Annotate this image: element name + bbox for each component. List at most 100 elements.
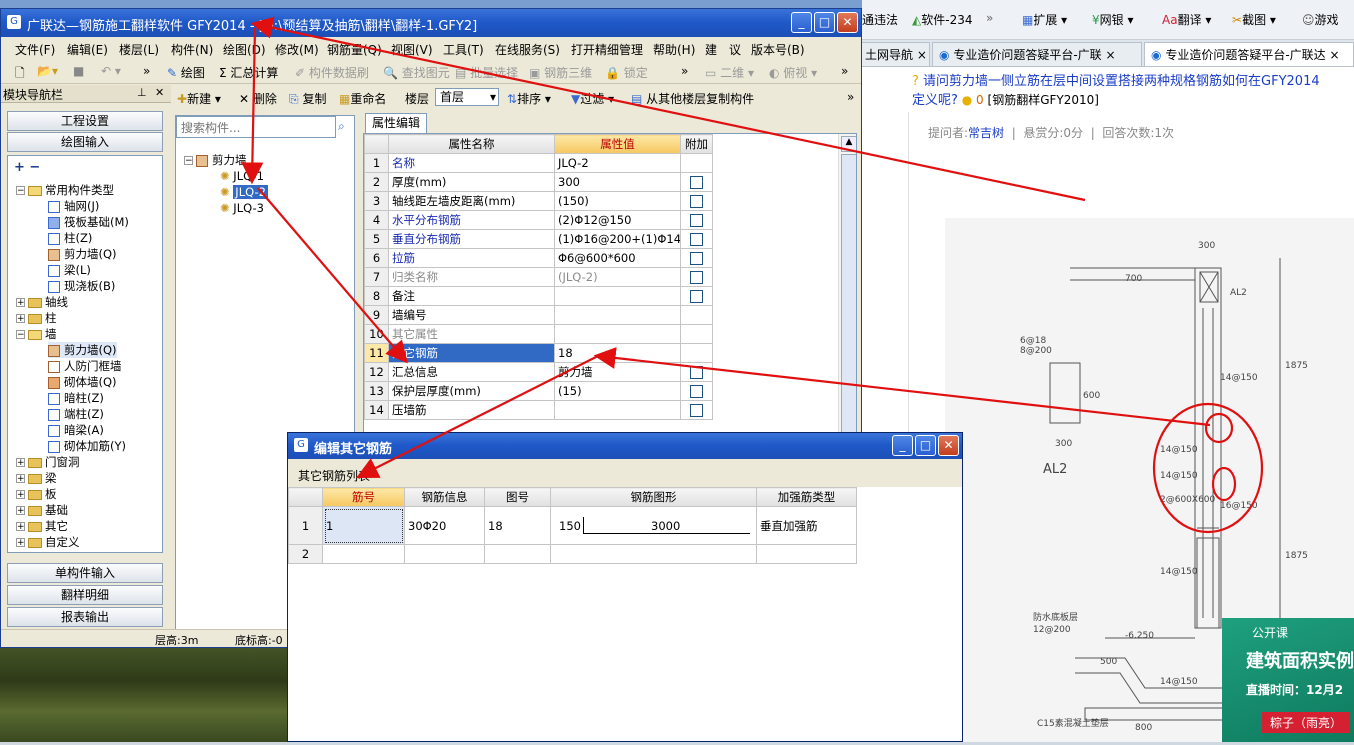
- new-button[interactable]: ✚新建 ▾: [177, 90, 221, 107]
- prop-row[interactable]: 12 汇总信息 剪力墙: [364, 362, 713, 382]
- prop-extra[interactable]: [680, 324, 713, 344]
- tree-shear-wall-selected[interactable]: 剪力墙(Q): [48, 342, 117, 358]
- prop-row[interactable]: 5 垂直分布钢筋 (1)Φ16@200+(1)Φ14: [364, 229, 713, 249]
- prop-row[interactable]: 11 其它钢筋 18: [364, 343, 713, 363]
- view-angle-select[interactable]: ◐ 俯视 ▾: [769, 64, 817, 81]
- prop-value[interactable]: Φ6@600*600: [554, 248, 681, 268]
- close-button[interactable]: ✕: [837, 12, 858, 33]
- menu-file[interactable]: 文件(F): [15, 41, 55, 58]
- menu-edit[interactable]: 编辑(E): [67, 41, 108, 58]
- menu-fine-manage[interactable]: 打开精细管理: [571, 41, 643, 58]
- prop-value[interactable]: (JLQ-2): [554, 267, 681, 287]
- menu-component[interactable]: 构件(N): [171, 41, 213, 58]
- pin-icon[interactable]: ⊥: [137, 86, 147, 99]
- delete-button[interactable]: ✕ 删除: [239, 90, 277, 107]
- search-input[interactable]: [179, 118, 333, 138]
- lock-button[interactable]: 🔒 锁定: [605, 64, 648, 81]
- floor-select[interactable]: 首层 ▾: [435, 88, 499, 106]
- toolbar-extend[interactable]: ▦扩展 ▾: [1022, 11, 1067, 28]
- prop-value[interactable]: (15): [554, 381, 681, 401]
- tree-beam[interactable]: + 梁: [16, 470, 57, 486]
- tree-masonry-wall[interactable]: 砌体墙(Q): [48, 374, 117, 390]
- prop-value[interactable]: (1)Φ16@200+(1)Φ14: [554, 229, 681, 249]
- menu-online[interactable]: 在线服务(S): [495, 41, 560, 58]
- prop-extra[interactable]: [680, 343, 713, 363]
- scroll-thumb[interactable]: [841, 154, 856, 432]
- toolbar-link-2[interactable]: ◭软件-234: [912, 11, 972, 28]
- menu-jian[interactable]: 建: [705, 41, 717, 58]
- tree-column-1[interactable]: 柱(Z): [48, 230, 92, 246]
- extra-checkbox[interactable]: [690, 233, 703, 246]
- toolbar-translate[interactable]: Aa翻译 ▾: [1162, 11, 1211, 28]
- rebar-shape-cell[interactable]: [550, 544, 757, 564]
- toolbar-bank[interactable]: ¥网银 ▾: [1092, 11, 1134, 28]
- search-box[interactable]: [176, 116, 336, 138]
- prop-row[interactable]: 1 名称 JLQ-2: [364, 153, 713, 173]
- toolbar-more-3[interactable]: »: [841, 64, 848, 78]
- main-titlebar[interactable]: G 广联达—钢筋施工翻样软件 GFY2014 - [D:\预结算及抽筋\翻样\翻…: [1, 9, 861, 37]
- prop-value[interactable]: 18: [554, 343, 681, 363]
- prop-row[interactable]: 3 轴线距左墙皮距离(mm) (150): [364, 191, 713, 211]
- toolbar-more-4[interactable]: »: [847, 90, 854, 104]
- menu-floor[interactable]: 楼层(L): [119, 41, 159, 58]
- rebar-fig-cell[interactable]: 18: [484, 506, 551, 545]
- prop-row[interactable]: 2 厚度(mm) 300: [364, 172, 713, 192]
- tree-wall[interactable]: − 墙: [16, 326, 57, 342]
- copy-from-floor-button[interactable]: ▤ 从其他楼层复制构件: [631, 90, 754, 107]
- toolbar-more-1[interactable]: »: [143, 64, 150, 78]
- extra-checkbox[interactable]: [690, 176, 703, 189]
- dialog-titlebar[interactable]: G 编辑其它钢筋 _ □ ✕: [288, 433, 962, 459]
- prop-row[interactable]: 8 备注: [364, 286, 713, 306]
- undo-icon[interactable]: ↶ ▾: [101, 64, 121, 78]
- draw-button[interactable]: ✎ 绘图: [167, 64, 205, 81]
- rebar-type-cell[interactable]: 垂直加强筋: [756, 506, 857, 545]
- extra-checkbox[interactable]: [690, 385, 703, 398]
- copy-button[interactable]: ⎘ 复制: [289, 90, 326, 107]
- nav-close-icon[interactable]: ✕: [155, 86, 164, 99]
- comp-item-jlq3[interactable]: ✺ JLQ-3: [220, 200, 264, 216]
- tree-hidden-column[interactable]: 暗柱(Z): [48, 390, 104, 406]
- dialog-close-button[interactable]: ✕: [938, 435, 959, 456]
- comp-tree-root[interactable]: − 剪力墙: [184, 152, 247, 168]
- tree-shear-wall-1[interactable]: 剪力墙(Q): [48, 246, 117, 262]
- prop-extra[interactable]: [680, 153, 713, 173]
- toolbar-more-2[interactable]: »: [681, 64, 688, 78]
- prop-row[interactable]: 14 压墙筋: [364, 400, 713, 420]
- prop-extra[interactable]: [680, 400, 713, 420]
- extra-checkbox[interactable]: [690, 214, 703, 227]
- question-title-line1[interactable]: 请问剪力墙一侧立筋在层中间设置搭接两种规格钢筋如何在GFY2014: [923, 74, 1320, 89]
- comp-item-jlq1[interactable]: ✺ JLQ-1: [220, 168, 264, 184]
- maximize-button[interactable]: □: [814, 12, 835, 33]
- prop-scrollbar[interactable]: ▲: [838, 134, 856, 432]
- tree-door-window[interactable]: + 门窗洞: [16, 454, 80, 470]
- tree-foundation[interactable]: + 基础: [16, 502, 68, 518]
- toolbar-link-1[interactable]: 通违法: [862, 11, 898, 28]
- extra-checkbox[interactable]: [690, 404, 703, 417]
- tree-common-types[interactable]: − 常用构件类型: [16, 182, 114, 198]
- menu-tools[interactable]: 工具(T): [443, 41, 484, 58]
- rebar-id-cell[interactable]: [322, 544, 405, 564]
- nav-project-settings[interactable]: 工程设置: [7, 111, 163, 131]
- prop-row[interactable]: 7 归类名称 (JLQ-2): [364, 267, 713, 287]
- prop-extra[interactable]: [680, 267, 713, 287]
- tree-axis[interactable]: + 轴线: [16, 294, 68, 310]
- view-2d-select[interactable]: ▭ 二维 ▾: [705, 64, 754, 81]
- open-folder-icon[interactable]: 📂▾: [37, 64, 58, 78]
- tree-raft[interactable]: 筏板基础(M): [48, 214, 129, 230]
- comp-item-jlq2[interactable]: ✺ JLQ-2: [220, 184, 268, 200]
- new-file-icon[interactable]: 🗋: [15, 64, 25, 85]
- tree-hidden-beam[interactable]: 暗梁(A): [48, 422, 104, 438]
- tree-custom[interactable]: + 自定义: [16, 534, 80, 550]
- nav-single-component[interactable]: 单构件输入: [7, 563, 163, 583]
- prop-row[interactable]: 4 水平分布钢筋 (2)Φ12@150: [364, 210, 713, 230]
- menu-rebar-qty[interactable]: 钢筋量(Q): [327, 41, 382, 58]
- sum-calc-button[interactable]: Σ 汇总计算: [219, 64, 278, 81]
- rebar-info-cell[interactable]: 30Φ20: [404, 506, 485, 545]
- tree-axis-grid[interactable]: 轴网(J): [48, 198, 99, 214]
- toolbar-screenshot[interactable]: ✂截图 ▾: [1232, 11, 1276, 28]
- tree-other[interactable]: + 其它: [16, 518, 68, 534]
- tree-slab-1[interactable]: 现浇板(B): [48, 278, 115, 294]
- prop-value[interactable]: [554, 324, 681, 344]
- sort-button[interactable]: ⇅排序 ▾: [507, 90, 551, 107]
- dialog-maximize-button[interactable]: □: [915, 435, 936, 456]
